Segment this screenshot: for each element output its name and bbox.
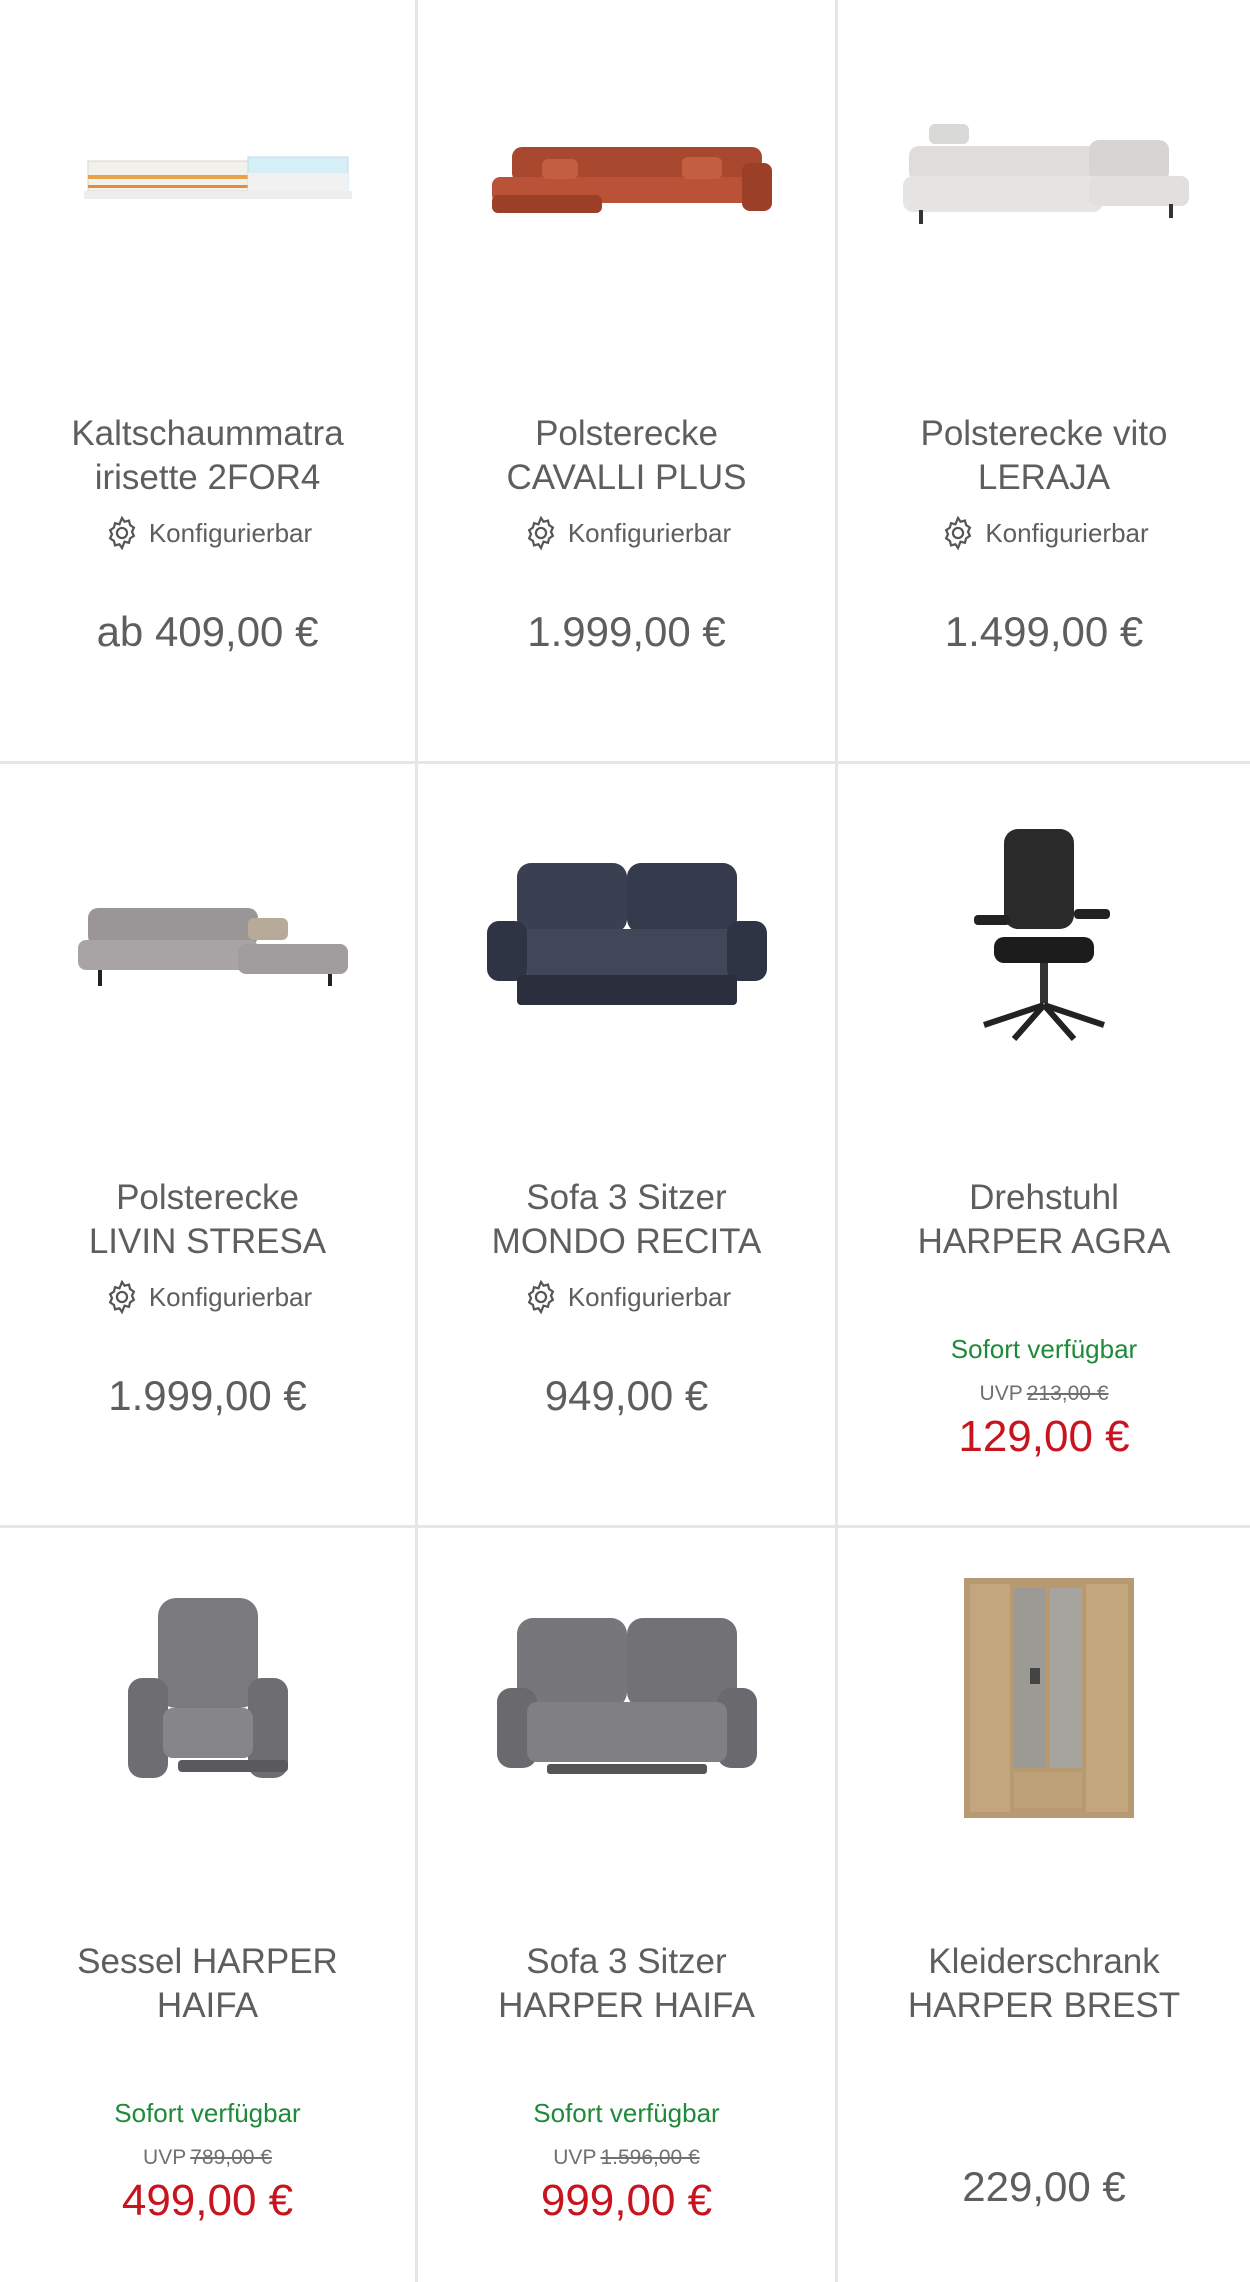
uvp-price: UVP 789,00 € [0,2146,415,2170]
configurable-label: Konfigurierbar [567,517,732,548]
configurable-badge: Konfigurierbar [0,514,415,552]
configurable-label: Konfigurierbar [985,517,1149,548]
product-title[interactable]: Polsterecke LIVIN STRESA [14,1176,401,1264]
product-grid: Kaltschaummatra irisette 2FOR4 Konfigurie… [0,0,1250,2282]
product-card[interactable]: Kaltschaummatra irisette 2FOR4 Konfigurie… [0,0,418,764]
product-image[interactable] [0,60,415,290]
product-price: ab 409,00 € [96,608,319,655]
gear-icon [108,1279,136,1315]
product-title[interactable]: Polsterecke vito LERAJA [852,412,1236,500]
availability-label: Sofort verfügbar [950,1334,1138,1364]
product-price: 1.499,00 € [944,608,1144,655]
product-card[interactable]: Drehstuhl HARPER AGRA Sofort verfügbar UV… [838,764,1250,1528]
sale-price: 999,00 € [540,2176,713,2225]
product-card[interactable]: Sofa 3 Sitzer MONDO RECITA Konfigurierbar… [418,764,838,1528]
sale-price: 499,00 € [121,2176,294,2225]
gear-icon [527,1279,555,1315]
uvp-label: UVP [979,1382,1023,1405]
configurable-badge: Konfigurierbar [0,1278,415,1316]
gear-icon [527,515,555,551]
product-title[interactable]: Sessel HARPER HAIFA [14,1940,401,2028]
configurable-label: Konfigurierbar [148,517,313,548]
configurable-label: Konfigurierbar [148,1281,313,1312]
uvp-old-price: 1.596,00 € [600,2146,700,2169]
product-title[interactable]: Sofa 3 Sitzer HARPER HAIFA [432,1940,821,2028]
uvp-old-price: 789,00 € [190,2146,272,2169]
product-price: 229,00 € [962,2163,1126,2210]
product-title[interactable]: Kaltschaummatra irisette 2FOR4 [14,412,401,500]
product-card[interactable]: Polsterecke CAVALLI PLUS Konfigurierbar 1… [418,0,838,764]
product-price: 1.999,00 € [527,608,726,655]
product-title[interactable]: Polsterecke CAVALLI PLUS [432,412,821,500]
product-card[interactable]: Polsterecke LIVIN STRESA Konfigurierbar 1… [0,764,418,1528]
configurable-label: Konfigurierbar [567,1281,732,1312]
product-image[interactable] [418,1578,835,1818]
uvp-label: UVP [143,2146,187,2169]
product-image[interactable] [418,60,835,290]
product-image[interactable] [418,824,835,1054]
uvp-old-price: 213,00 € [1026,1382,1109,1405]
product-image[interactable] [838,1578,1250,1818]
product-image[interactable] [0,824,415,1054]
product-image[interactable] [0,1578,415,1818]
uvp-label: UVP [553,2146,597,2169]
sale-price: 129,00 € [958,1412,1130,1461]
product-image[interactable] [838,60,1250,290]
gear-icon [945,515,972,551]
product-title[interactable]: Drehstuhl HARPER AGRA [852,1176,1236,1264]
product-card[interactable]: Sofa 3 Sitzer HARPER HAIFA Sofort verfügb… [418,1528,838,2282]
availability-label: Sofort verfügbar [533,2098,720,2128]
gear-icon [108,515,136,551]
configurable-badge: Konfigurierbar [838,514,1250,552]
product-price: 1.999,00 € [108,1372,307,1419]
product-card[interactable]: Polsterecke vito LERAJA Konfigurierbar 1.… [838,0,1250,764]
product-card[interactable]: Sessel HARPER HAIFA Sofort verfügbar UVP 7… [0,1528,418,2282]
availability-label: Sofort verfügbar [114,2098,301,2128]
configurable-badge: Konfigurierbar [418,1278,835,1316]
product-title[interactable]: Kleiderschrank HARPER BREST [852,1940,1236,2028]
product-title[interactable]: Sofa 3 Sitzer MONDO RECITA [432,1176,821,1264]
product-price: 949,00 € [544,1372,709,1419]
uvp-price: UVP 1.596,00 € [418,2146,835,2170]
product-card[interactable]: Kleiderschrank HARPER BREST 229,00 € [838,1528,1250,2282]
product-image[interactable] [838,814,1250,1054]
uvp-price: UVP 213,00 € [838,1382,1250,1406]
configurable-badge: Konfigurierbar [418,514,835,552]
